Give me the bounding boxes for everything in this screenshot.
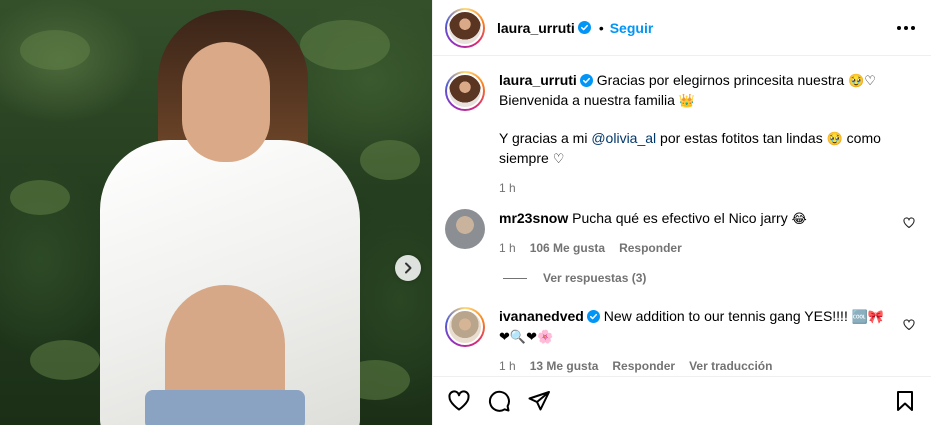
follow-button[interactable]: Seguir: [610, 20, 654, 36]
verified-badge-icon: [586, 310, 600, 323]
verified-badge-icon: [577, 21, 591, 34]
post-panel: laura_urruti • Seguir laura_urruti Graci…: [432, 0, 931, 425]
comment-emoji: 😂: [791, 212, 807, 227]
bookmark-icon: [897, 391, 913, 411]
comments-section[interactable]: laura_urruti Gracias por elegirnos princ…: [433, 57, 931, 375]
caption-line2: Bienvenida a nuestra familia: [499, 92, 675, 108]
comment-emoji-line2: ❤🔍❤🌸: [499, 330, 554, 345]
chevron-right-icon: [405, 262, 412, 274]
comment-item: mr23snow Pucha qué es efectivo el Nico j…: [445, 209, 915, 257]
comment-avatar[interactable]: [445, 209, 485, 249]
save-button[interactable]: [893, 389, 917, 413]
caption-username[interactable]: laura_urruti: [499, 72, 577, 88]
caption-line3-pre: Y gracias a mi: [499, 130, 588, 146]
reply-button[interactable]: Responder: [612, 357, 675, 375]
like-button[interactable]: [447, 389, 471, 413]
action-bar: [433, 376, 931, 425]
post-header: laura_urruti • Seguir: [433, 0, 931, 56]
comment-text: New addition to our tennis gang YES!!!!: [603, 308, 848, 324]
verified-badge-icon: [579, 74, 593, 87]
caption-line3-end: como: [846, 130, 881, 146]
caption-line1-emoji: 🥹♡: [848, 74, 876, 89]
next-photo-button[interactable]: [395, 255, 421, 281]
reply-button[interactable]: Responder: [619, 239, 682, 257]
more-dot-icon: [911, 25, 915, 30]
caption-line1: Gracias por elegirnos princesita nuestra: [596, 72, 845, 88]
comment-icon: [488, 390, 510, 412]
heart-icon: [448, 390, 470, 411]
comment-item: ivananedved New addition to our tennis g…: [445, 307, 915, 375]
translate-button[interactable]: Ver traducción: [689, 357, 772, 375]
post-photo[interactable]: [0, 0, 432, 425]
author-username[interactable]: laura_urruti: [497, 20, 575, 36]
comment-button[interactable]: [487, 389, 511, 413]
caption-avatar[interactable]: [445, 71, 485, 111]
more-options-button[interactable]: [897, 25, 915, 30]
comment-text: Pucha qué es efectivo el Nico jarry: [572, 210, 788, 226]
caption-line3-emoji: 🥹: [826, 132, 843, 147]
mention-link[interactable]: @olivia_al: [591, 130, 656, 146]
caption-time[interactable]: 1 h: [499, 179, 516, 197]
comment-username[interactable]: ivananedved: [499, 308, 584, 324]
caption-line4-emoji: ♡: [552, 152, 565, 167]
send-icon: [528, 391, 550, 411]
more-dot-icon: [904, 25, 908, 30]
caption-line3-post: por estas fotitos tan lindas: [660, 130, 823, 146]
comment-like-icon[interactable]: [903, 217, 915, 229]
comment-username[interactable]: mr23snow: [499, 210, 568, 226]
author-avatar[interactable]: [445, 7, 485, 48]
post-caption: laura_urruti Gracias por elegirnos princ…: [445, 71, 915, 197]
separator-dot: •: [598, 19, 604, 36]
crown-emoji: 👑: [678, 94, 695, 109]
comment-like-icon[interactable]: [903, 319, 915, 331]
caption-line4: siempre: [499, 150, 549, 166]
comment-likes[interactable]: 13 Me gusta: [530, 357, 599, 375]
comment-emoji: 🆒🎀: [851, 310, 885, 325]
comment-avatar[interactable]: [445, 307, 485, 347]
comment-likes[interactable]: 106 Me gusta: [530, 239, 605, 257]
view-replies-label: Ver respuestas (3): [543, 271, 647, 285]
comment-time[interactable]: 1 h: [499, 357, 516, 375]
view-replies-button[interactable]: Ver respuestas (3): [503, 271, 646, 285]
comment-time[interactable]: 1 h: [499, 239, 516, 257]
share-button[interactable]: [527, 389, 551, 413]
more-dot-icon: [897, 25, 901, 30]
replies-line: [503, 277, 527, 279]
